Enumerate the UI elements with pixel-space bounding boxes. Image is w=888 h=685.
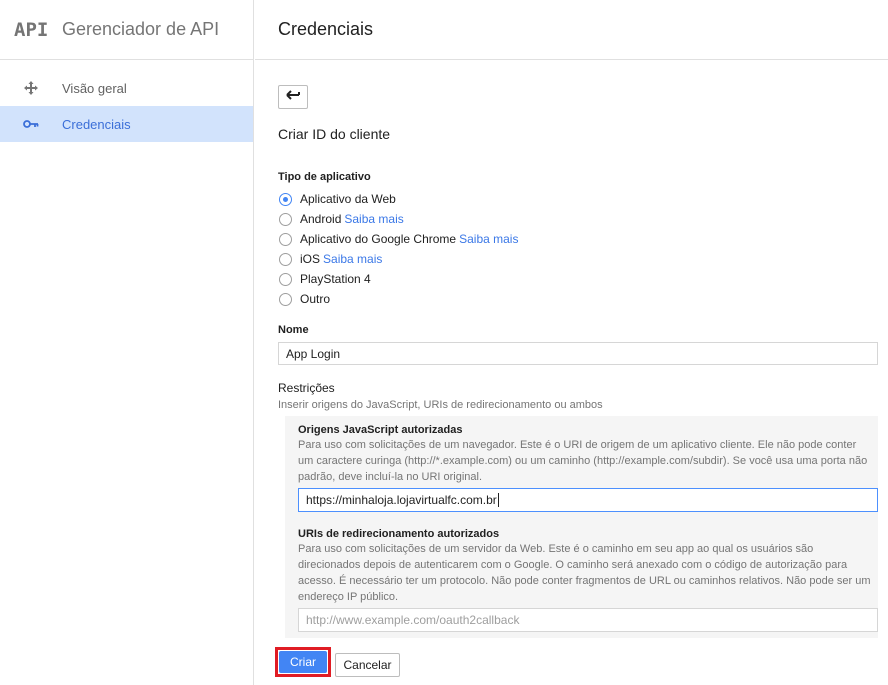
name-label: Nome xyxy=(278,324,309,336)
page-title: Credenciais xyxy=(278,19,374,39)
js-origins-label: Origens JavaScript autorizadas xyxy=(298,424,463,436)
radio-button[interactable] xyxy=(279,212,292,226)
cancel-button[interactable]: Cancelar xyxy=(335,653,400,677)
move-arrows-icon xyxy=(22,79,40,97)
learn-more-link[interactable]: Saiba mais xyxy=(344,212,403,226)
app-type-label: Tipo de aplicativo xyxy=(278,171,371,183)
restrictions-title: Restrições xyxy=(278,381,335,395)
name-input[interactable]: App Login xyxy=(278,342,878,365)
radio-button[interactable] xyxy=(279,232,292,246)
sidebar-nav: Visão geral Credenciais xyxy=(0,60,253,142)
js-origins-value: https://minhaloja.lojavirtualfc.com.br xyxy=(306,493,497,507)
radio-option-web[interactable]: Aplicativo da Web xyxy=(279,189,518,209)
radio-button[interactable] xyxy=(279,272,292,286)
radio-label: Outro xyxy=(300,292,331,306)
radio-option-playstation[interactable]: PlayStation 4 xyxy=(279,269,518,289)
radio-button[interactable] xyxy=(279,292,292,306)
create-button[interactable]: Criar xyxy=(279,651,327,673)
sidebar-item-overview[interactable]: Visão geral xyxy=(0,70,253,106)
create-button-highlight: Criar xyxy=(275,647,331,677)
radio-option-other[interactable]: Outro xyxy=(279,289,518,309)
back-arrow-icon xyxy=(286,88,300,106)
restrictions-description: Inserir origens do JavaScript, URIs de r… xyxy=(278,399,603,411)
radio-button[interactable] xyxy=(279,252,292,266)
back-button[interactable] xyxy=(278,85,308,109)
restrictions-panel: Origens JavaScript autorizadas Para uso … xyxy=(285,416,878,638)
radio-option-android[interactable]: Android Saiba mais xyxy=(279,209,518,229)
redirect-uris-input[interactable]: http://www.example.com/oauth2callback xyxy=(298,608,878,632)
sidebar-item-credentials[interactable]: Credenciais xyxy=(0,106,253,142)
sidebar-item-label: Visão geral xyxy=(62,80,127,96)
text-cursor xyxy=(497,493,499,507)
radio-label: PlayStation 4 xyxy=(300,272,371,286)
radio-label: Aplicativo da Web xyxy=(300,192,396,206)
radio-label: iOS xyxy=(300,252,321,266)
radio-option-ios[interactable]: iOS Saiba mais xyxy=(279,249,518,269)
app-type-radio-group: Aplicativo da Web Android Saiba mais Apl… xyxy=(279,189,518,309)
js-origins-input[interactable]: https://minhaloja.lojavirtualfc.com.br xyxy=(298,488,878,512)
app-title: Gerenciador de API xyxy=(62,19,220,39)
page-header: Credenciais xyxy=(255,0,888,60)
radio-label: Aplicativo do Google Chrome xyxy=(300,232,457,246)
sidebar-item-label: Credenciais xyxy=(62,116,131,132)
redirect-uris-label: URIs de redirecionamento autorizados xyxy=(298,528,500,540)
key-icon xyxy=(22,115,40,133)
sidebar: API Gerenciador de API Visão geral Crede… xyxy=(0,0,254,685)
form-subtitle: Criar ID do cliente xyxy=(278,126,391,142)
redirect-uris-description: Para uso com solicitações de um servidor… xyxy=(298,543,871,603)
brand: API Gerenciador de API xyxy=(0,0,253,60)
api-logo: API xyxy=(14,18,49,41)
js-origins-description: Para uso com solicitações de um navegado… xyxy=(298,439,868,483)
learn-more-link[interactable]: Saiba mais xyxy=(459,232,518,246)
radio-label: Android xyxy=(300,212,342,226)
radio-button[interactable] xyxy=(279,192,292,206)
radio-option-chrome[interactable]: Aplicativo do Google Chrome Saiba mais xyxy=(279,229,518,249)
learn-more-link[interactable]: Saiba mais xyxy=(323,252,382,266)
